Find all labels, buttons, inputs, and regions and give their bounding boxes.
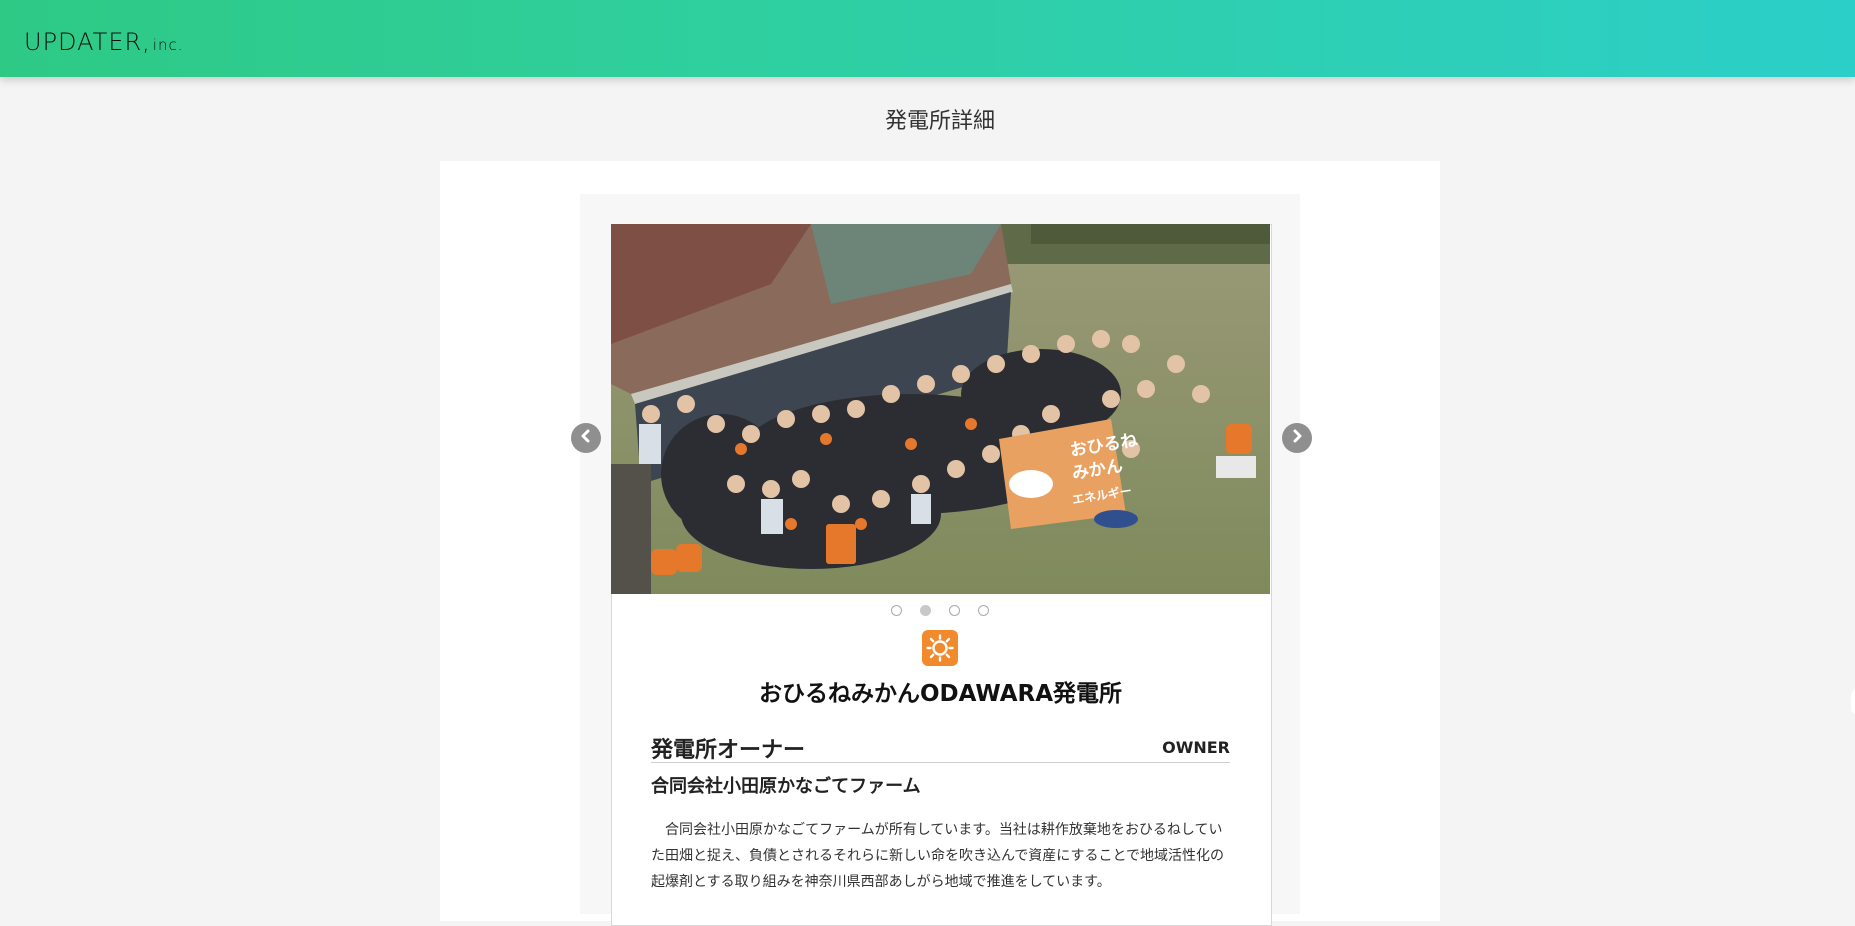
carousel-dot-2[interactable] [920, 605, 931, 616]
carousel-prev-button[interactable] [571, 423, 601, 453]
logo-main-text: UPDATER, [24, 28, 151, 56]
carousel-dot-3[interactable] [949, 605, 960, 616]
company-logo[interactable]: UPDATER, inc. [24, 24, 183, 54]
page-title: 発電所詳細 [884, 109, 995, 134]
logo-sub-text: inc. [152, 36, 184, 54]
carousel-next-button[interactable] [1282, 423, 1312, 453]
carousel-dot-1[interactable] [891, 605, 902, 616]
plant-name: おひるねみかんODAWARA発電所 [758, 681, 1123, 707]
chevron-right-icon [1289, 428, 1305, 448]
sun-icon [922, 630, 958, 666]
owner-description: 合同会社小田原かなごてファームが所有しています。当社は耕作放棄地をおひるねしてい… [651, 822, 1225, 890]
owner-section-title: 発電所オーナー [651, 738, 806, 763]
owner-section-header: 発電所オーナー OWNER [651, 732, 1230, 763]
carousel-dot-4[interactable] [978, 605, 989, 616]
app-header: UPDATER, inc. [0, 0, 1855, 77]
chevron-left-icon [578, 428, 594, 448]
owner-name: 合同会社小田原かなごてファーム [651, 776, 921, 797]
owner-section-label: OWNER [1162, 738, 1230, 757]
carousel-slide-image[interactable]: おひるね みかん エネルギー [611, 224, 1270, 594]
carousel-pagination [0, 605, 1855, 616]
page-edge-handle [1851, 690, 1855, 714]
